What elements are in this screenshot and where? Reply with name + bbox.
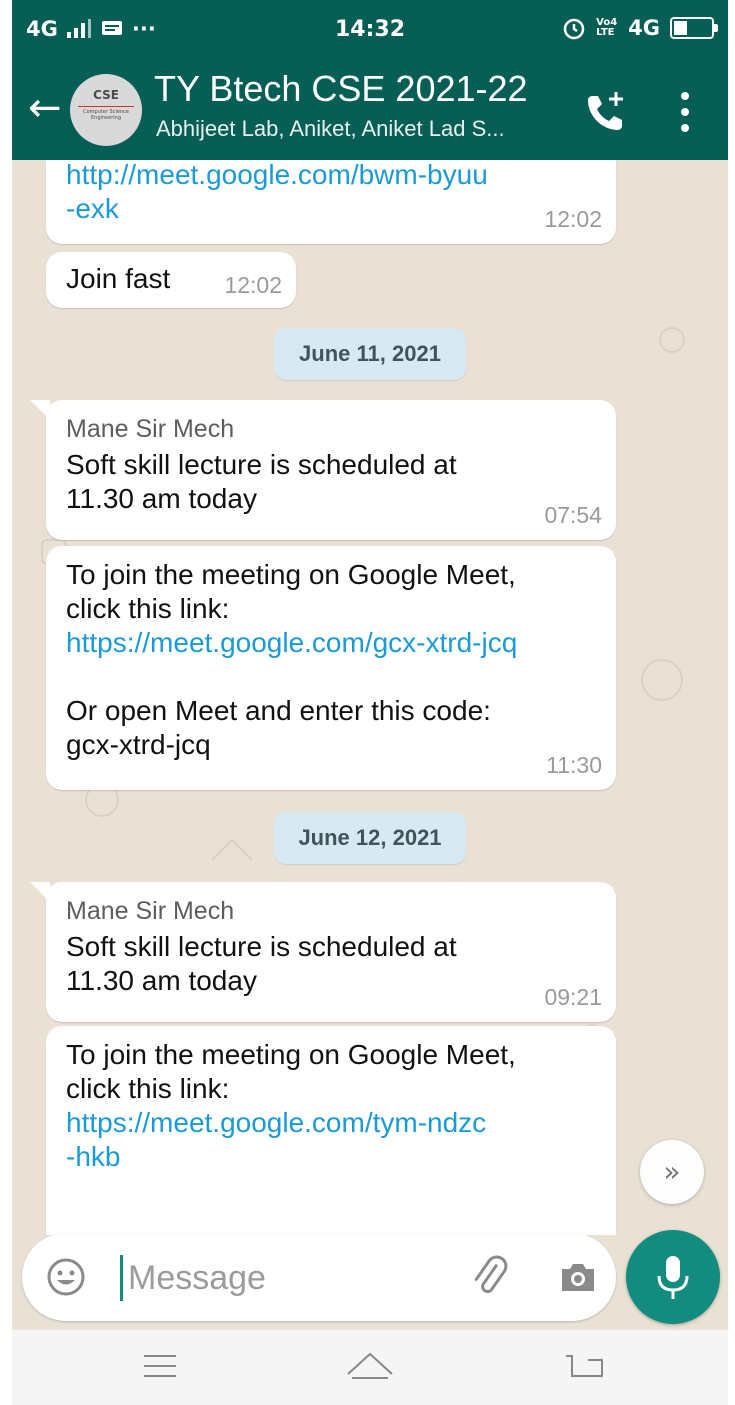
group-title[interactable]: TY Btech CSE 2021-22: [154, 68, 528, 110]
group-avatar[interactable]: CSE Computer Science Engineering: [70, 74, 142, 146]
message-bubble[interactable]: To join the meeting on Google Meet, clic…: [46, 1026, 616, 1235]
date-divider: June 11, 2021: [274, 328, 466, 380]
text-cursor: [120, 1255, 123, 1301]
chat-area[interactable]: http://meet.google.com/bwm-byuu -exk 12:…: [12, 160, 728, 1235]
home-icon[interactable]: [340, 1344, 400, 1388]
message-bubble[interactable]: Join fast 12:02: [46, 252, 296, 308]
avatar-subtext: Computer Science Engineering: [78, 106, 134, 121]
microphone-button[interactable]: [626, 1230, 720, 1324]
chevron-double-down-icon[interactable]: »: [640, 1140, 704, 1204]
volte-label: Vo4 LTE: [596, 17, 618, 38]
message-time: 12:02: [544, 206, 602, 232]
network-label-right: 4G: [628, 16, 660, 40]
status-bar: 4G ··· 14:32 Vo4 LTE 4G: [12, 0, 728, 60]
message-link[interactable]: https://meet.google.com/gcx-xtrd-jcq: [66, 626, 600, 660]
message-text: Soft skill lecture is scheduled at 11.30…: [66, 931, 457, 996]
message-time: 12:02: [224, 272, 282, 298]
alarm-icon: [563, 18, 585, 40]
back-arrow-icon[interactable]: ←: [28, 88, 62, 128]
message-time: 11:30: [546, 752, 602, 778]
message-bubble[interactable]: Mane Sir Mech Soft skill lecture is sche…: [30, 400, 616, 540]
message-time: 07:54: [544, 502, 602, 528]
message-bubble[interactable]: To join the meeting on Google Meet, clic…: [46, 546, 616, 790]
camera-icon[interactable]: [558, 1257, 598, 1297]
add-call-icon[interactable]: [582, 88, 630, 136]
message-text: Join fast: [66, 263, 171, 294]
microphone-icon: [657, 1256, 689, 1299]
message-text: Or open Meet and enter this code: gcx-xt…: [66, 695, 491, 760]
phone-screen: 4G ··· 14:32 Vo4 LTE 4G ← CSE Computer S…: [12, 0, 728, 1405]
message-text: To join the meeting on Google Meet, clic…: [66, 1039, 516, 1104]
message-sender[interactable]: Mane Sir Mech: [66, 412, 600, 446]
message-bubble[interactable]: Mane Sir Mech Soft skill lecture is sche…: [30, 882, 616, 1022]
message-bubble[interactable]: http://meet.google.com/bwm-byuu -exk 12:…: [46, 160, 616, 244]
message-text: Soft skill lecture is scheduled at 11.30…: [66, 449, 457, 514]
message-sender[interactable]: Mane Sir Mech: [66, 894, 600, 928]
date-divider: June 12, 2021: [274, 812, 466, 864]
back-icon[interactable]: [554, 1344, 614, 1388]
avatar-text: CSE: [93, 88, 119, 102]
message-composer: [22, 1233, 616, 1321]
message-link[interactable]: http://meet.google.com/bwm-byuu -exk: [66, 160, 600, 226]
message-time: 09:21: [544, 984, 602, 1010]
battery-icon: [670, 17, 718, 39]
more-vertical-icon[interactable]: [678, 90, 692, 134]
message-input[interactable]: [126, 1251, 450, 1305]
chat-header: ← CSE Computer Science Engineering TY Bt…: [12, 60, 728, 160]
message-link[interactable]: https://meet.google.com/tym-ndzc -hkb: [66, 1106, 600, 1174]
menu-icon[interactable]: [130, 1344, 190, 1388]
emoji-icon[interactable]: [46, 1257, 86, 1297]
system-nav-bar: [12, 1330, 728, 1405]
message-text: To join the meeting on Google Meet, clic…: [66, 559, 516, 624]
status-right: Vo4 LTE 4G: [562, 16, 718, 40]
group-members[interactable]: Abhijeet Lab, Aniket, Aniket Lad S...: [156, 116, 505, 142]
paperclip-icon[interactable]: [468, 1255, 512, 1299]
